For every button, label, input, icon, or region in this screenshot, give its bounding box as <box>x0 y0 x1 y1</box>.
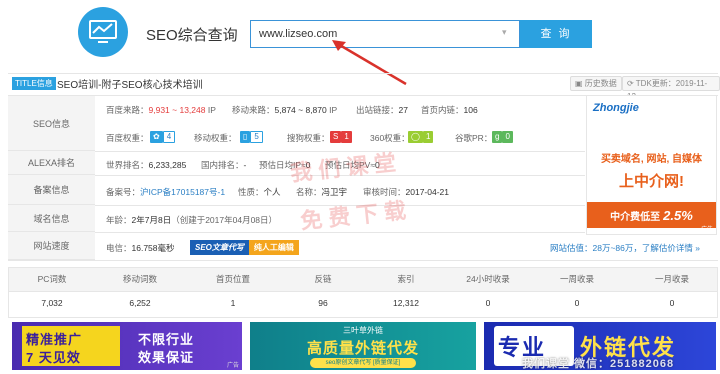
beian-name: 名称：冯卫宇 <box>296 187 348 197</box>
google-pr-label: 谷歌PR： <box>455 133 493 143</box>
google-pr-badge[interactable]: g 0 <box>492 131 513 143</box>
divider <box>95 232 585 233</box>
precision-promo-banner[interactable]: 精准推广 7 天见效 不限行业 效果保证 广告 <box>12 322 242 370</box>
stats-value: 0 <box>574 298 580 308</box>
zhongjie-ad[interactable]: Zhongjie 买卖域名, 网站, 自媒体 上中介网! 中介费低至 2.5% … <box>586 95 717 235</box>
beian-number: 备案号：沪ICP备17015187号-1 <box>106 187 226 197</box>
mobile-weight-label: 移动权重： <box>194 133 237 143</box>
domestic-rank: 国内排名：- <box>201 160 247 170</box>
speed-label: 网站速度 <box>8 232 95 260</box>
chevron-down-icon[interactable]: ▾ <box>502 27 512 37</box>
monitor-chart-icon <box>89 20 117 43</box>
watermark: 我们课堂 微信：251882068 <box>522 358 675 370</box>
stats-header: 移动词数 <box>122 274 157 284</box>
watermark: 免费下载 <box>299 197 414 234</box>
homepage-inlinks: 首页内链：106 <box>421 105 478 115</box>
page-title: SEO培训-附子SEO核心技术培训 <box>57 80 203 91</box>
stats-value: 6,252 <box>129 298 151 308</box>
refresh-icon: ⟳ <box>627 79 636 88</box>
seo-info-label: SEO信息 <box>8 96 95 151</box>
stats-header: 反链 <box>314 274 332 284</box>
divider <box>8 260 718 261</box>
google-icon: g <box>492 131 503 143</box>
sogou-icon: S <box>330 131 342 143</box>
world-rank: 世界排名：6,233,285 <box>106 160 187 170</box>
annotation-arrow <box>332 40 407 86</box>
title-badge: TITLE信息 <box>12 77 56 90</box>
stats-value: 7,032 <box>41 298 63 308</box>
stats-header: 一月收录 <box>654 274 689 284</box>
outlinks: 出站链接：27 <box>356 105 408 115</box>
stats-header: PC词数 <box>37 274 67 284</box>
sogou-weight-badge[interactable]: S 1 <box>330 131 352 143</box>
baidu-weight-label: 百度权重： <box>106 133 149 143</box>
s360-weight-badge[interactable]: ◯ 1 <box>408 131 434 143</box>
baidu-traffic: 百度来路：9,931 ~ 13,248 IP <box>106 105 216 115</box>
history-icon: ▣ <box>575 79 585 88</box>
stats-header: 首页位置 <box>215 274 250 284</box>
tdk-update-button[interactable]: ⟳ TDK更新：2019-11-12 <box>622 76 720 101</box>
s360-weight-label: 360权重： <box>370 133 410 143</box>
site-title: SEO综合查询 <box>146 27 238 44</box>
stats-header: 索引 <box>397 274 415 284</box>
divider <box>8 73 718 74</box>
search-button[interactable]: 查 询 <box>520 20 592 48</box>
360-icon: ◯ <box>408 131 423 143</box>
stats-value: 96 <box>318 298 328 308</box>
beian-link[interactable]: 沪ICP备17015187号-1 <box>140 187 225 197</box>
sanyecao-outlink-banner[interactable]: 三叶草外链 高质量外链代发 seo原创文章代写 [质量保证] <box>250 322 476 370</box>
logo-icon[interactable] <box>78 7 128 57</box>
telecom-speed: 电信：16.758毫秒 <box>106 243 175 253</box>
paw-icon: ✿ <box>150 131 163 143</box>
mobile-traffic: 移动来路：5,874 ~ 8,870 IP <box>232 105 338 115</box>
history-data-button[interactable]: ▣ 历史数据 <box>570 76 622 91</box>
stats-value: 0 <box>669 298 675 308</box>
domain-label: 域名信息 <box>8 205 95 232</box>
seo-writing-ad-badge[interactable]: SEO文章代写 纯人工编辑 <box>190 240 299 255</box>
alexa-label: ALEXA排名 <box>8 151 95 175</box>
stats-header: 一周收录 <box>559 274 594 284</box>
stats-value: 0 <box>485 298 491 308</box>
stats-header: 24小时收录 <box>466 274 510 284</box>
zhongjie-logo: Zhongjie <box>593 102 639 114</box>
mobile-weight-badge[interactable]: ▯ 5 <box>240 131 263 143</box>
mobile-icon: ▯ <box>240 131 251 143</box>
baidu-weight-badge[interactable]: ✿ 4 <box>150 131 176 143</box>
sogou-weight-label: 搜狗权重： <box>287 133 330 143</box>
valuation-link[interactable]: 网站估值：28万~86万，了解估价详情 » <box>550 242 700 254</box>
beian-nature: 性质：个人 <box>238 187 281 197</box>
domain-age: 年龄：2年7月8日（创建于2017年04月08日） <box>106 215 278 225</box>
stats-value: 1 <box>230 298 236 308</box>
stats-value: 12,312 <box>393 298 419 308</box>
beian-label: 备案信息 <box>8 175 95 205</box>
